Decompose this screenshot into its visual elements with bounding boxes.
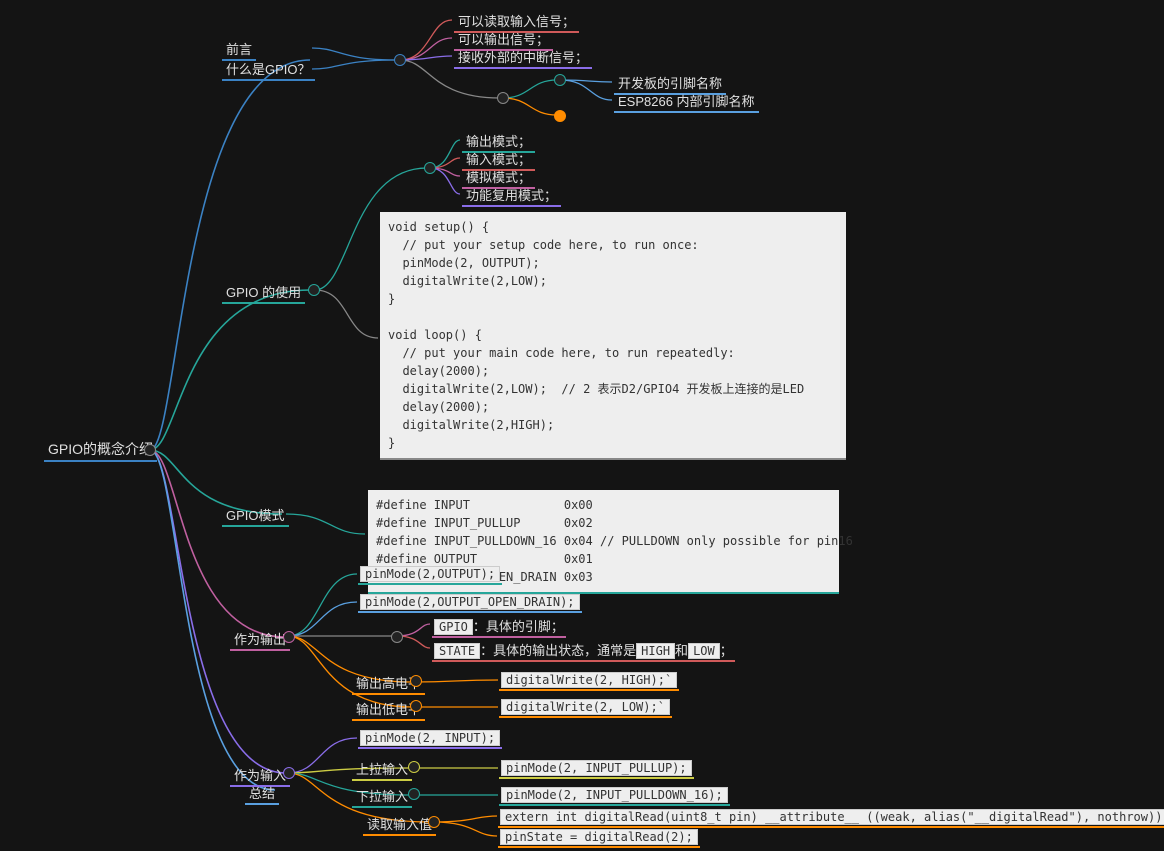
what-node[interactable]: 什么是GPIO？ (222, 58, 315, 81)
out-low-dot (410, 700, 422, 712)
out-high-dot (410, 675, 422, 687)
pinmode-input: pinMode(2, INPUT); (358, 729, 502, 749)
pulldown-dot (408, 788, 420, 800)
asinput-dot (283, 767, 295, 779)
pullup-code: pinMode(2, INPUT_PULLUP); (499, 759, 694, 779)
extern-code: extern int digitalRead(uint8_t pin) __at… (498, 808, 1164, 828)
what-junction-dot (394, 54, 406, 66)
read-label[interactable]: 读取输入值 (363, 813, 436, 836)
pullup-label[interactable]: 上拉输入 (352, 758, 412, 781)
code-setup-block: void setup() { // put your setup code he… (380, 212, 846, 460)
usage-dot (308, 284, 320, 296)
root-node[interactable]: GPIO的概念介绍 (44, 438, 157, 462)
pinmode-open-drain: pinMode(2,OUTPUT_OPEN_DRAIN); (358, 593, 582, 613)
read-dot (428, 816, 440, 828)
pinmode-output: pinMode(2,OUTPUT); (358, 565, 502, 585)
pulldown-code: pinMode(2, INPUT_PULLDOWN_16); (499, 786, 730, 806)
asoutput-node[interactable]: 作为输出 (230, 628, 290, 651)
usage-node[interactable]: GPIO 的使用 (222, 281, 305, 304)
summary-node[interactable]: 总结 (245, 782, 279, 805)
usage-junction-dot (424, 162, 436, 174)
what-names-dot (554, 74, 566, 86)
root-dot (144, 444, 156, 456)
digitalwrite-high: digitalWrite(2, HIGH);` (499, 671, 679, 691)
read-code: pinState = digitalRead(2); (498, 828, 700, 848)
output-detail-dot (391, 631, 403, 643)
what-sub-junction-dot (497, 92, 509, 104)
what-orange-dot (554, 110, 566, 122)
state-desc: STATE：具体的输出状态，通常是HIGH和LOW； (432, 639, 735, 662)
pullup-dot (408, 761, 420, 773)
gpio-desc: GPIO：具体的引脚； (432, 615, 566, 638)
digitalwrite-low: digitalWrite(2, LOW);` (499, 698, 672, 718)
what-interrupt[interactable]: 接收外部的中断信号； (454, 46, 592, 69)
asoutput-dot (283, 631, 295, 643)
altfunc-mode[interactable]: 功能复用模式； (462, 184, 561, 207)
esp8266-pin[interactable]: ESP8266 内部引脚名称 (614, 90, 759, 113)
pulldown-label[interactable]: 下拉输入 (352, 785, 412, 808)
mode-node[interactable]: GPIO模式 (222, 504, 289, 527)
